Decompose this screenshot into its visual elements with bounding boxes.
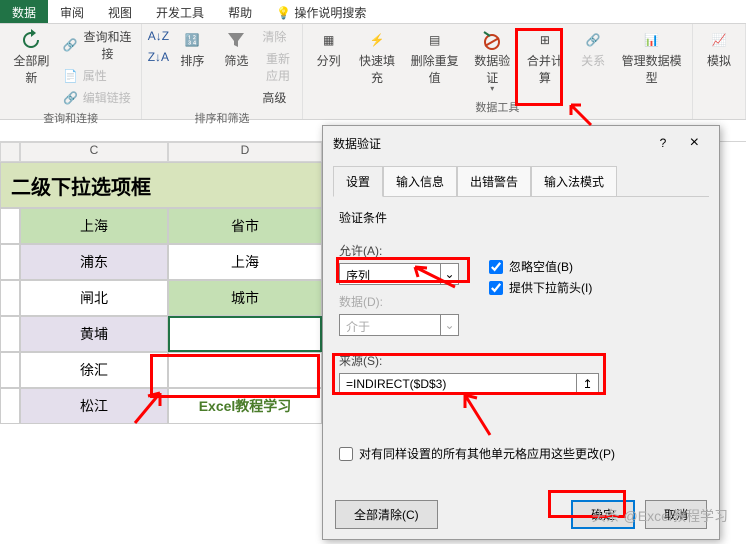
tab-settings[interactable]: 设置	[333, 166, 383, 197]
dropdown-icon: ▾	[490, 84, 494, 93]
col-header-d[interactable]: D	[168, 142, 322, 162]
sort-icon: 🔢	[180, 28, 204, 52]
group-label: 数据工具	[475, 97, 519, 117]
text-to-columns-button[interactable]: ▦分列	[309, 26, 349, 71]
section-label: 验证条件	[339, 209, 703, 226]
properties-icon: 📄	[63, 68, 79, 84]
cell[interactable]: 省市	[168, 208, 322, 244]
apply-all-checkbox[interactable]	[339, 447, 353, 461]
tab-view[interactable]: 视图	[96, 0, 144, 23]
links-icon: 🔗	[63, 90, 79, 106]
allow-label: 允许(A):	[339, 242, 459, 259]
data-validation-button[interactable]: 数据验证▾	[468, 26, 517, 95]
tab-data[interactable]: 数据	[0, 0, 48, 23]
remove-duplicates-button[interactable]: ▤删除重复值	[405, 26, 464, 88]
title-cell[interactable]: 二级下拉选项框	[0, 162, 322, 208]
connections-icon: 🔗	[63, 37, 78, 53]
forecast-button[interactable]: 📈模拟	[699, 26, 739, 71]
cell[interactable]: 闸北	[20, 280, 168, 316]
ribbon-tabs: 数据 审阅 视图 开发工具 帮助 💡 操作说明搜索	[0, 0, 746, 24]
flashfill-icon: ⚡	[365, 28, 389, 52]
cell[interactable]	[168, 352, 322, 388]
dialog-tabs: 设置 输入信息 出错警告 输入法模式	[333, 166, 709, 197]
group-sort-filter: A↓Z Z↓A 🔢排序 筛选 清除 重新应用 高级 排序和筛选	[142, 24, 302, 119]
source-label: 来源(S):	[339, 352, 703, 369]
brand-cell[interactable]: Excel教程学习	[168, 388, 322, 424]
sort-desc-icon: Z↓A	[150, 49, 166, 65]
data-model-button[interactable]: 📊管理数据模型	[617, 26, 686, 88]
cell[interactable]: 徐汇	[20, 352, 168, 388]
allow-combo[interactable]: 序列⌄	[339, 263, 459, 285]
help-button[interactable]: ?	[650, 136, 677, 150]
advanced-button[interactable]: 高级	[260, 87, 295, 108]
tab-ime-mode[interactable]: 输入法模式	[531, 166, 617, 197]
cell[interactable]: 黄埔	[20, 316, 168, 352]
ignore-blank-checkbox[interactable]	[489, 260, 503, 274]
relationships-button: 🔗关系	[573, 26, 613, 71]
refresh-all-button[interactable]: 全部刷新	[6, 26, 57, 88]
data-validation-dialog: 数据验证 ? × 设置 输入信息 出错警告 输入法模式 验证条件 允许(A): …	[322, 125, 720, 540]
tab-review[interactable]: 审阅	[48, 0, 96, 23]
texttocol-icon: ▦	[317, 28, 341, 52]
forecast-icon: 📈	[707, 28, 731, 52]
cell[interactable]: 城市	[168, 280, 322, 316]
datavalid-icon	[480, 28, 504, 52]
tab-developer[interactable]: 开发工具	[144, 0, 216, 23]
lightbulb-icon: 💡	[276, 6, 291, 20]
clear-button: 清除	[260, 26, 295, 47]
tab-error-alert[interactable]: 出错警告	[457, 166, 531, 197]
watermark: 头条 @Excel教程学习	[592, 506, 728, 526]
incell-dropdown-checkbox[interactable]	[489, 281, 503, 295]
chevron-down-icon: ⌄	[440, 315, 458, 335]
chevron-down-icon: ⌄	[440, 264, 458, 284]
sort-asc-icon: A↓Z	[150, 28, 166, 44]
data-label: 数据(D):	[339, 293, 459, 310]
refresh-icon	[19, 28, 43, 52]
data-combo: 介于⌄	[339, 314, 459, 336]
cell[interactable]: 上海	[168, 244, 322, 280]
close-button[interactable]: ×	[680, 134, 709, 151]
ribbon: 全部刷新 🔗查询和连接 📄属性 🔗编辑链接 查询和连接 A↓Z Z↓A 🔢排序 …	[0, 24, 746, 120]
group-data-tools: ▦分列 ⚡快速填充 ▤删除重复值 数据验证▾ ⊞合并计算 🔗关系 📊管理数据模型…	[303, 24, 693, 119]
edit-links-button: 🔗编辑链接	[61, 87, 136, 108]
active-cell[interactable]	[168, 316, 322, 352]
sort-button[interactable]: 🔢排序	[172, 26, 212, 71]
group-forecast: 📈模拟	[693, 24, 746, 119]
cell[interactable]: 浦东	[20, 244, 168, 280]
cell[interactable]: 松江	[20, 388, 168, 424]
filter-icon	[224, 28, 248, 52]
datamodel-icon: 📊	[640, 28, 664, 52]
queries-connections-button[interactable]: 🔗查询和连接	[61, 26, 136, 64]
relations-icon: 🔗	[581, 28, 605, 52]
dialog-title: 数据验证	[333, 135, 381, 152]
sort-az-button[interactable]: A↓Z	[148, 26, 168, 46]
col-header-c[interactable]: C	[20, 142, 168, 162]
filter-button[interactable]: 筛选	[216, 26, 256, 71]
properties-button: 📄属性	[61, 65, 136, 86]
clear-all-button[interactable]: 全部清除(C)	[335, 500, 438, 529]
cell[interactable]: 上海	[20, 208, 168, 244]
tab-tellme[interactable]: 💡 操作说明搜索	[264, 0, 378, 23]
group-label: 排序和筛选	[195, 108, 250, 128]
tab-help[interactable]: 帮助	[216, 0, 264, 23]
source-input[interactable]: =INDIRECT($D$3)↥	[339, 373, 599, 395]
range-picker-icon[interactable]: ↥	[576, 374, 598, 394]
tab-input-message[interactable]: 输入信息	[383, 166, 457, 197]
consolidate-button[interactable]: ⊞合并计算	[521, 26, 570, 88]
consolidate-icon: ⊞	[533, 28, 557, 52]
group-label: 查询和连接	[43, 108, 98, 128]
reapply-button: 重新应用	[260, 48, 295, 86]
flash-fill-button[interactable]: ⚡快速填充	[353, 26, 402, 88]
sort-za-button[interactable]: Z↓A	[148, 47, 168, 67]
removedup-icon: ▤	[423, 28, 447, 52]
group-queries: 全部刷新 🔗查询和连接 📄属性 🔗编辑链接 查询和连接	[0, 24, 142, 119]
